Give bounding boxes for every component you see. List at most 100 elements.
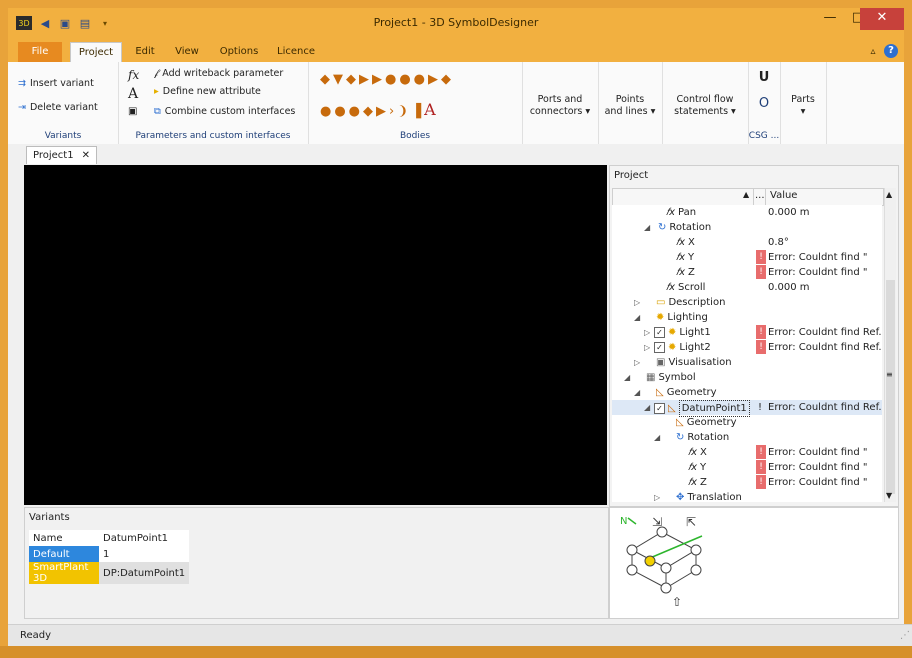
fx-icon: 𝑓x bbox=[676, 267, 686, 278]
expand-icon[interactable]: ▷ bbox=[634, 355, 640, 370]
text-attribute-button[interactable]: A bbox=[128, 86, 138, 102]
light1-checkbox[interactable]: ✓ bbox=[654, 327, 665, 338]
variant-name[interactable]: SmartPlant 3D bbox=[29, 562, 99, 584]
variant-row-smartplant[interactable]: SmartPlant 3D DP:DatumPoint1 bbox=[29, 562, 190, 584]
variant-value[interactable]: DP:DatumPoint1 bbox=[99, 562, 190, 584]
combine-interfaces-button[interactable]: ⧉ Combine custom interfaces bbox=[154, 106, 295, 117]
tree-row[interactable]: ◢ ✹ Lighting bbox=[612, 310, 882, 325]
csg-intersect-button[interactable]: O bbox=[748, 97, 780, 110]
csg-union-button[interactable]: U bbox=[748, 71, 780, 84]
tree-row[interactable]: ▷ ▭ Description bbox=[612, 295, 882, 310]
scroll-down-icon[interactable]: ▼ bbox=[886, 491, 892, 500]
fx-icon: 𝑓x bbox=[666, 207, 676, 218]
collapse-icon[interactable]: ◢ bbox=[634, 310, 640, 325]
sort-icon[interactable]: ▲ bbox=[743, 190, 749, 199]
combine-icon: ⧉ bbox=[154, 106, 161, 117]
collapse-icon[interactable]: ◢ bbox=[644, 400, 650, 415]
insert-variant-button[interactable]: ⇉ Insert variant bbox=[18, 78, 94, 89]
tab-options[interactable]: Options bbox=[216, 42, 262, 62]
project-scrollbar[interactable]: ▲ ≡ ▼ bbox=[884, 188, 896, 502]
resize-grip-icon[interactable]: ⋰ bbox=[900, 625, 910, 647]
tree-row[interactable]: 𝑓x Y ! Error: Couldnt find " bbox=[612, 250, 882, 265]
variant-row-default[interactable]: Default 1 bbox=[29, 546, 190, 562]
variant-name[interactable]: Default bbox=[29, 546, 99, 562]
collapse-icon[interactable]: ◢ bbox=[644, 220, 650, 235]
tree-row[interactable]: 𝑓x Pan 0.000 m bbox=[612, 205, 882, 220]
parts-button[interactable]: Parts ▾ bbox=[780, 94, 826, 118]
expand-icon[interactable]: ▷ bbox=[654, 490, 660, 502]
tree-row[interactable]: 𝑓x X 0.8° bbox=[612, 235, 882, 250]
tree-row[interactable]: 𝑓x X ! Error: Couldnt find " bbox=[612, 445, 882, 460]
tab-view[interactable]: View bbox=[170, 42, 204, 62]
variants-col-datumpoint1[interactable]: DatumPoint1 bbox=[99, 530, 189, 546]
tree-row[interactable]: ▷ ✓ ✹ Light2 ! Error: Couldnt find Ref... bbox=[612, 340, 882, 355]
tree-row[interactable]: ◢ ↻ Rotation bbox=[612, 220, 882, 235]
add-writeback-button[interactable]: 𝒻 Add writeback parameter bbox=[154, 68, 283, 79]
collapse-ribbon-icon[interactable]: ▵ bbox=[866, 42, 880, 62]
fx-box-button[interactable]: ▣ bbox=[128, 106, 137, 117]
column-dots[interactable]: ... bbox=[755, 190, 765, 201]
tab-file[interactable]: File bbox=[18, 42, 62, 62]
writeback-icon: 𝒻 bbox=[154, 68, 159, 79]
title-bar: 3D ◀ ▣ ▤ ▾ Project1 - 3D SymbolDesigner … bbox=[8, 8, 904, 38]
expand-icon[interactable]: ▷ bbox=[644, 340, 650, 355]
tree-row[interactable]: ▷ ✓ ✹ Light1 ! Error: Couldnt find Ref... bbox=[612, 325, 882, 340]
collapse-icon[interactable]: ◢ bbox=[624, 370, 630, 385]
tree-row[interactable]: 𝑓x Z ! Error: Couldnt find " bbox=[612, 475, 882, 490]
collapse-icon[interactable]: ◢ bbox=[634, 385, 640, 400]
expand-icon[interactable]: ▷ bbox=[644, 325, 650, 340]
view-navigator[interactable]: N ⇲ ⇱ ⇧ bbox=[609, 507, 899, 619]
close-button[interactable]: ✕ bbox=[860, 8, 904, 30]
error-marker: ! bbox=[756, 475, 766, 489]
fx-button[interactable]: 𝑓x bbox=[128, 68, 139, 82]
delete-variant-button[interactable]: ⇥ Delete variant bbox=[18, 102, 98, 113]
minimize-button[interactable]: — bbox=[816, 8, 844, 30]
fx-icon: 𝑓x bbox=[676, 237, 686, 248]
tree-row[interactable]: ◺ Geometry bbox=[612, 415, 882, 430]
group-parameters: 𝑓x A ▣ 𝒻 Add writeback parameter ▸ Defin… bbox=[118, 62, 309, 144]
navigator-cube[interactable]: N ⇲ ⇱ ⇧ bbox=[614, 510, 724, 610]
value-column-header[interactable]: Value bbox=[770, 190, 797, 201]
text-body-button[interactable]: A bbox=[424, 100, 439, 119]
points-lines-button[interactable]: Points and lines ▾ bbox=[598, 94, 662, 118]
lighting-icon: ✹ bbox=[656, 312, 665, 323]
scroll-up-icon[interactable]: ▲ bbox=[886, 190, 892, 199]
tab-edit[interactable]: Edit bbox=[130, 42, 160, 62]
tree-row[interactable]: ◢ ↻ Rotation bbox=[612, 430, 882, 445]
variants-header-row: Name DatumPoint1 bbox=[29, 530, 190, 546]
3d-viewport[interactable] bbox=[24, 165, 607, 505]
variant-value[interactable]: 1 bbox=[99, 546, 190, 562]
rotation-icon: ↻ bbox=[658, 222, 667, 233]
bodies-row-1[interactable]: ◆▼◆▶▶●●●▶◆ bbox=[320, 72, 454, 87]
tree-row[interactable]: 𝑓x Scroll 0.000 m bbox=[612, 280, 882, 295]
document-tab-project1[interactable]: Project1 ✕ bbox=[26, 146, 97, 165]
tree-row[interactable]: ▷ ✥ Translation bbox=[612, 490, 882, 502]
tree-row[interactable]: 𝑓x Y ! Error: Couldnt find " bbox=[612, 460, 882, 475]
variants-col-name[interactable]: Name bbox=[29, 530, 99, 546]
scroll-thumb[interactable] bbox=[886, 280, 895, 494]
define-attribute-button[interactable]: ▸ Define new attribute bbox=[154, 86, 261, 97]
visualisation-icon: ▣ bbox=[656, 357, 666, 368]
collapse-icon[interactable]: ◢ bbox=[654, 430, 660, 445]
tree-row[interactable]: ◢ ▦ Symbol bbox=[612, 370, 882, 385]
tree-row-selected[interactable]: ◢ ✓ ◺ DatumPoint1 ! Error: Couldnt find Re… bbox=[612, 400, 882, 417]
tree-row[interactable]: ◢ ◺ Geometry bbox=[612, 385, 882, 400]
tree-row[interactable]: 𝑓x Z ! Error: Couldnt find " bbox=[612, 265, 882, 280]
project-panel-title: Project bbox=[614, 170, 649, 181]
tab-licence[interactable]: Licence bbox=[274, 42, 318, 62]
tree-row[interactable]: ▷ ▣ Visualisation bbox=[612, 355, 882, 370]
ports-connectors-button[interactable]: Ports and connectors ▾ bbox=[522, 94, 598, 118]
control-flow-button[interactable]: Control flow statements ▾ bbox=[662, 94, 748, 118]
bodies-row-2[interactable]: ●●●◆▶›❩▐A bbox=[320, 100, 439, 119]
light2-checkbox[interactable]: ✓ bbox=[654, 342, 665, 353]
status-text: Ready bbox=[20, 630, 52, 641]
expand-icon[interactable]: ▷ bbox=[634, 295, 640, 310]
help-icon[interactable]: ? bbox=[884, 44, 898, 58]
group-parameters-label: Parameters and custom interfaces bbox=[135, 131, 291, 141]
control-line2: statements ▾ bbox=[674, 106, 736, 117]
datumpoint1-checkbox[interactable]: ✓ bbox=[654, 403, 665, 414]
close-tab-icon[interactable]: ✕ bbox=[82, 147, 90, 165]
variants-panel: Variants Name DatumPoint1 Default 1 Smar… bbox=[24, 507, 609, 619]
group-bodies: ◆▼◆▶▶●●●▶◆ ●●●◆▶›❩▐A Bodies bbox=[308, 62, 523, 144]
tab-project[interactable]: Project bbox=[70, 42, 122, 63]
